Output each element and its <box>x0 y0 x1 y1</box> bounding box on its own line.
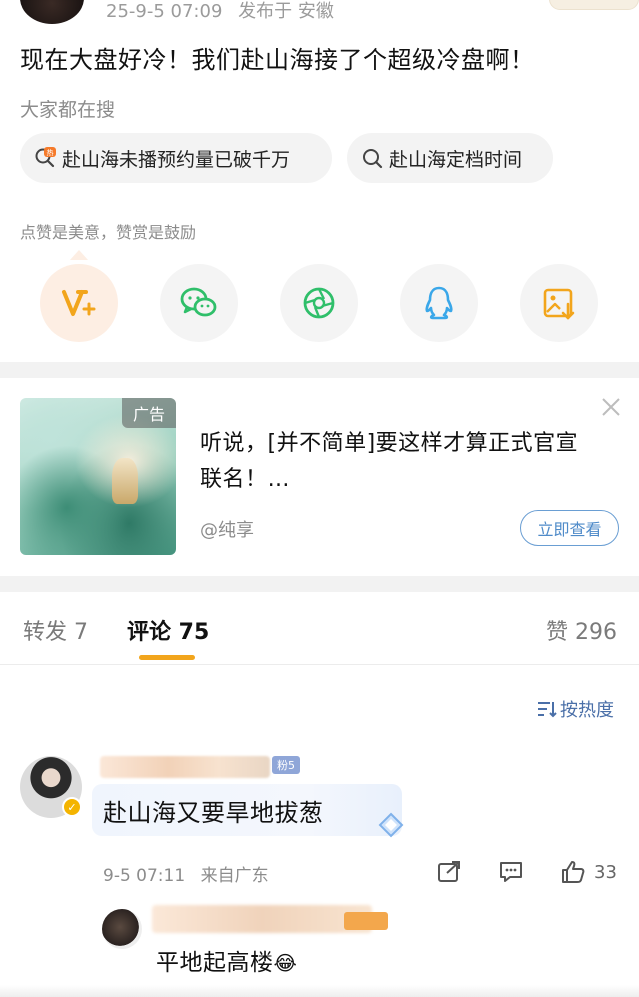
ad-source: @纯享 <box>200 520 254 541</box>
comment-like-button[interactable]: 33 <box>560 860 617 884</box>
active-tab-indicator <box>139 655 195 660</box>
comment-share-button[interactable] <box>436 860 462 884</box>
sort-button[interactable]: 按热度 <box>536 696 614 722</box>
tab-comment[interactable]: 评论 75 <box>127 614 209 646</box>
comment-text: 赴山海又要旱地拔葱 <box>103 799 324 827</box>
tab-repost[interactable]: 转发 7 <box>23 614 88 646</box>
ad-image[interactable]: 广告 <box>20 398 176 555</box>
search-chip-text: 赴山海定档时间 <box>389 148 523 171</box>
hot-search-chip[interactable]: 热 赴山海未播预约量已破千万 <box>20 133 332 183</box>
diamond-decoration-icon <box>376 810 406 840</box>
wechat-icon <box>180 287 217 317</box>
divider <box>0 664 639 665</box>
follow-button[interactable] <box>549 0 639 10</box>
replier-name-blurred[interactable] <box>152 905 372 933</box>
save-image-button[interactable] <box>520 264 598 342</box>
ad-badge: 广告 <box>122 398 176 428</box>
share-wechat-button[interactable] <box>160 264 238 342</box>
replier-badge <box>344 912 388 930</box>
ad-cta-button[interactable]: 立即查看 <box>520 510 619 546</box>
share-qq-button[interactable] <box>400 264 478 342</box>
post-meta: 25-9-5 07:09 发布于 安徽 <box>106 0 344 24</box>
share-moments-button[interactable] <box>280 264 358 342</box>
thumbs-up-icon <box>562 861 585 883</box>
reply-text: 平地起高楼😂 <box>156 943 297 977</box>
hot-search-label: 大家都在搜 <box>20 99 116 121</box>
svg-text:热: 热 <box>47 148 54 157</box>
fan-level-badge: 粉5 <box>272 756 300 774</box>
search-icon <box>361 147 383 169</box>
ad-title[interactable]: 听说，[并不简单]要这样才算正式官宣联名！… <box>200 426 600 498</box>
sort-label: 按热度 <box>560 700 614 721</box>
comment-reply-button[interactable] <box>498 860 524 884</box>
comment-like-count: 33 <box>594 861 617 883</box>
hot-search-icon: 热 <box>34 147 56 169</box>
v-plus-icon <box>62 290 96 316</box>
post-location: 发布于 安徽 <box>238 1 334 22</box>
section-divider <box>0 362 639 378</box>
author-avatar[interactable] <box>20 0 84 24</box>
hot-search-chip-text: 赴山海未播预约量已破千万 <box>62 148 291 171</box>
moments-shutter-icon <box>303 287 335 319</box>
tip-caret <box>70 250 88 260</box>
laughing-emoji: 😂 <box>273 951 298 975</box>
save-image-icon <box>543 288 575 320</box>
share-icon <box>438 861 460 882</box>
ad-figure <box>112 458 138 504</box>
reward-v-plus-button[interactable] <box>40 264 118 342</box>
verified-badge-icon: ✓ <box>62 797 82 817</box>
close-icon[interactable] <box>600 396 622 418</box>
reply-avatar[interactable] <box>102 909 142 949</box>
comment-location: 来自广东 <box>200 866 269 886</box>
commenter-name-blurred[interactable] <box>100 756 270 778</box>
comment-meta: 9-5 07:11 来自广东 <box>103 861 279 886</box>
sort-icon <box>538 702 557 718</box>
reward-tip: 点赞是美意，赞赏是鼓励 <box>20 223 197 242</box>
post-text: 现在大盘好冷！我们赴山海接了个超级冷盘啊！ <box>20 46 535 74</box>
bottom-fade <box>0 985 639 997</box>
tab-like[interactable]: 赞 296 <box>546 614 617 646</box>
comment-icon <box>500 862 522 882</box>
search-chip[interactable]: 赴山海定档时间 <box>347 133 553 183</box>
comment-time: 9-5 07:11 <box>103 866 186 886</box>
section-divider <box>0 576 639 592</box>
qq-penguin-icon <box>425 286 453 320</box>
reply-text-body: 平地起高楼 <box>156 950 274 976</box>
post-time: 25-9-5 07:09 <box>106 1 223 22</box>
